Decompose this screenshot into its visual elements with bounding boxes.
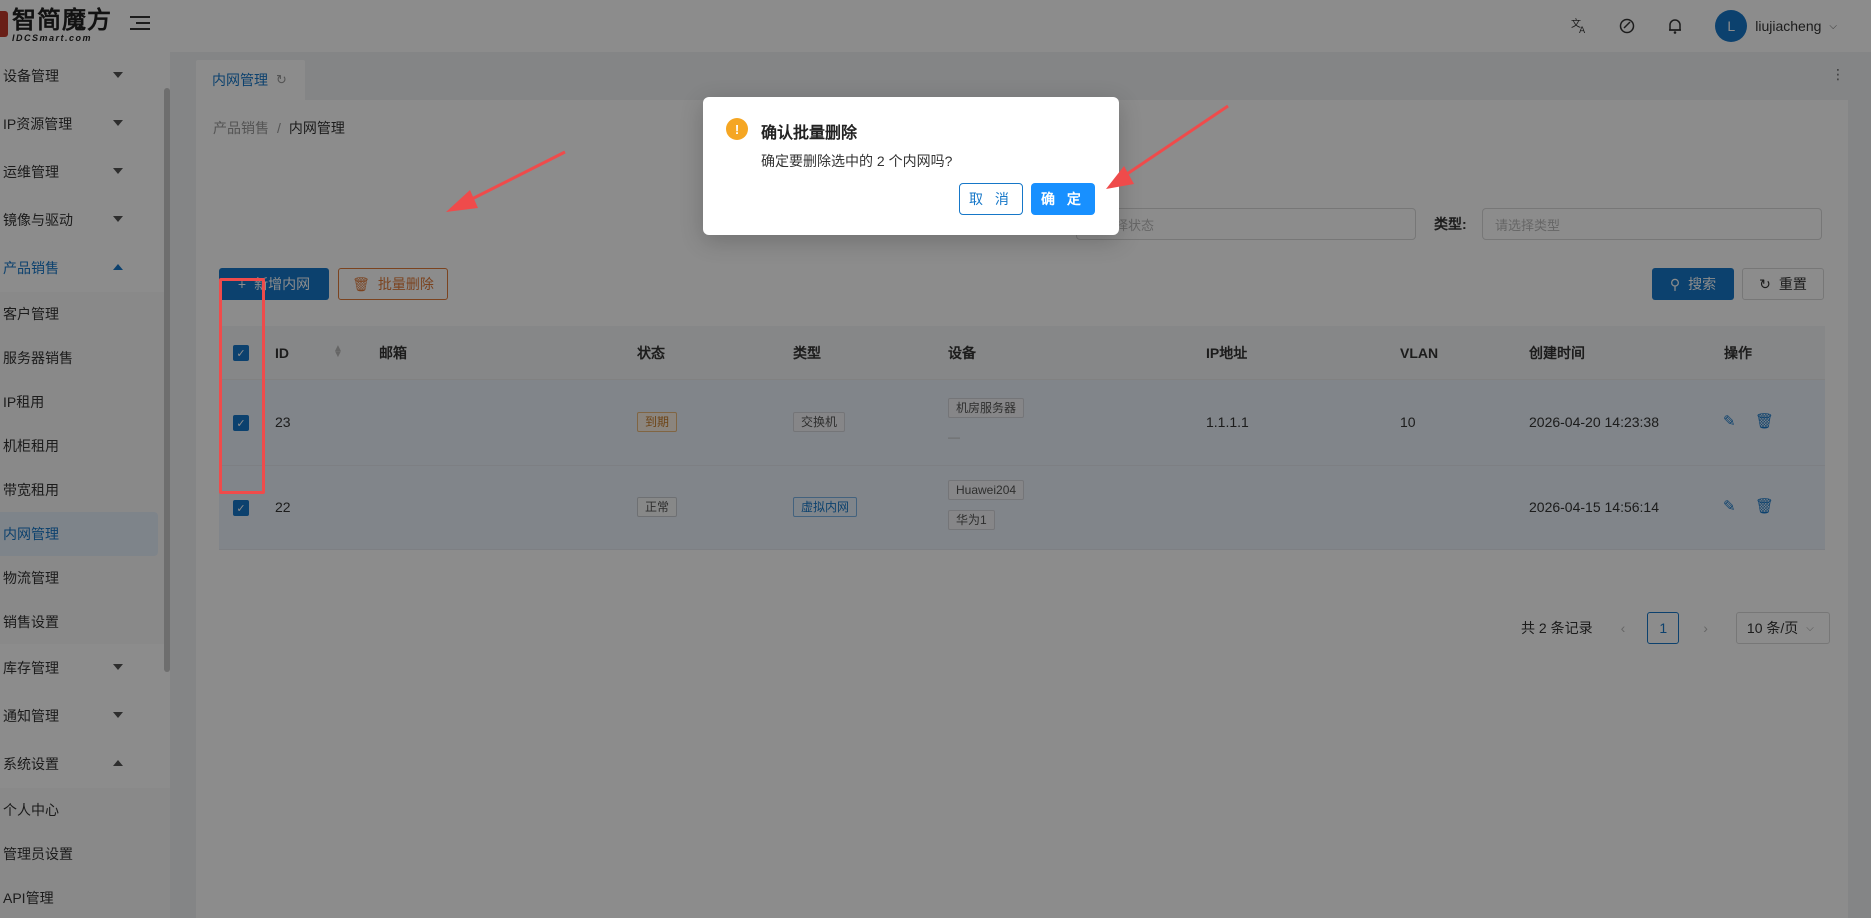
annotation-arrows	[446, 104, 1229, 212]
annotation-arrow-confirm	[1106, 104, 1229, 189]
annotation-arrow-batch-delete	[446, 150, 566, 212]
